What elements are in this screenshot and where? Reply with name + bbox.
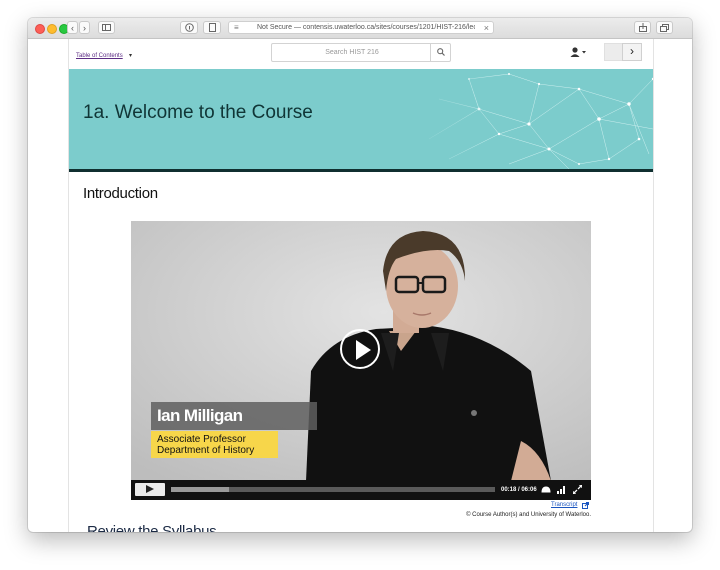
fullscreen-button[interactable] <box>572 480 583 500</box>
search-box[interactable]: Search HIST 216 <box>271 43 451 62</box>
speaker-name: Ian Milligan <box>151 402 317 430</box>
reader-icon[interactable]: ≡ <box>234 22 239 33</box>
page-title: 1a. Welcome to the Course <box>83 102 313 123</box>
stop-loading-icon[interactable]: × <box>484 22 489 33</box>
minimize-window-button[interactable] <box>47 24 57 34</box>
back-button[interactable]: ‹ <box>67 21 78 34</box>
banner-divider <box>69 169 653 172</box>
table-of-contents-link[interactable]: Table of Contents <box>76 53 123 59</box>
browser-window: ‹ › ≡ Not Secure — contensis.uwaterloo.c… <box>28 18 692 532</box>
play-overlay-button[interactable] <box>340 329 380 369</box>
video-controls: 00:18 / 06:06 <box>131 480 591 500</box>
search-button[interactable] <box>430 44 450 61</box>
share-icon <box>638 23 647 32</box>
chevron-down-icon[interactable]: ▾ <box>129 52 132 59</box>
search-input[interactable]: Search HIST 216 <box>272 44 432 61</box>
captions-button[interactable] <box>541 480 551 500</box>
quality-button[interactable] <box>557 480 565 500</box>
share-button[interactable] <box>634 21 651 34</box>
transcript-link[interactable]: Transcript <box>551 502 577 508</box>
time-display: 00:18 / 06:06 <box>501 487 537 493</box>
network-graphic <box>409 69 653 169</box>
url-text: Not Secure — contensis.uwaterloo.ca/site… <box>257 24 475 31</box>
speaker-title: Associate Professor Department of Histor… <box>151 431 278 458</box>
info-shield-icon <box>184 23 194 32</box>
quality-icon <box>557 485 565 494</box>
speaker-title-line2: Department of History <box>157 445 255 456</box>
speaker-title-line1: Associate Professor <box>157 434 246 445</box>
captions-icon <box>541 486 551 493</box>
search-icon <box>436 48 445 56</box>
tabs-button[interactable] <box>656 21 673 34</box>
progress-bar[interactable] <box>171 487 495 492</box>
close-window-button[interactable] <box>35 24 45 34</box>
privacy-report-button[interactable] <box>180 21 198 34</box>
sidebar-icon <box>102 24 111 31</box>
next-section-heading: Review the Syllabus <box>87 523 217 532</box>
next-page-button[interactable]: › <box>622 43 642 61</box>
page-button[interactable] <box>203 21 221 34</box>
document-icon <box>208 23 216 32</box>
address-bar[interactable]: ≡ Not Secure — contensis.uwaterloo.ca/si… <box>228 21 494 34</box>
section-heading: Introduction <box>83 185 158 202</box>
tabs-icon <box>660 24 669 32</box>
progress-fill <box>171 487 230 492</box>
sidebar-toggle-button[interactable] <box>98 21 115 34</box>
play-button[interactable] <box>135 483 165 496</box>
user-icon <box>570 47 586 57</box>
user-menu[interactable] <box>570 47 586 60</box>
forward-button[interactable]: › <box>79 21 90 34</box>
web-page: Table of Contents ▾ Search HIST 216 › 1a… <box>68 39 654 532</box>
video-player[interactable]: Ian Milligan Associate Professor Departm… <box>131 221 591 500</box>
open-new-window-icon <box>582 502 589 509</box>
copyright-notice: © Course Author(s) and University of Wat… <box>466 512 591 518</box>
page-banner: 1a. Welcome to the Course <box>69 69 653 169</box>
previous-page-button[interactable] <box>604 43 623 61</box>
play-icon <box>356 340 371 360</box>
external-link-icon[interactable] <box>582 502 589 511</box>
browser-titlebar: ‹ › ≡ Not Secure — contensis.uwaterloo.c… <box>28 18 692 39</box>
fullscreen-icon <box>572 484 583 496</box>
play-icon <box>146 485 154 493</box>
